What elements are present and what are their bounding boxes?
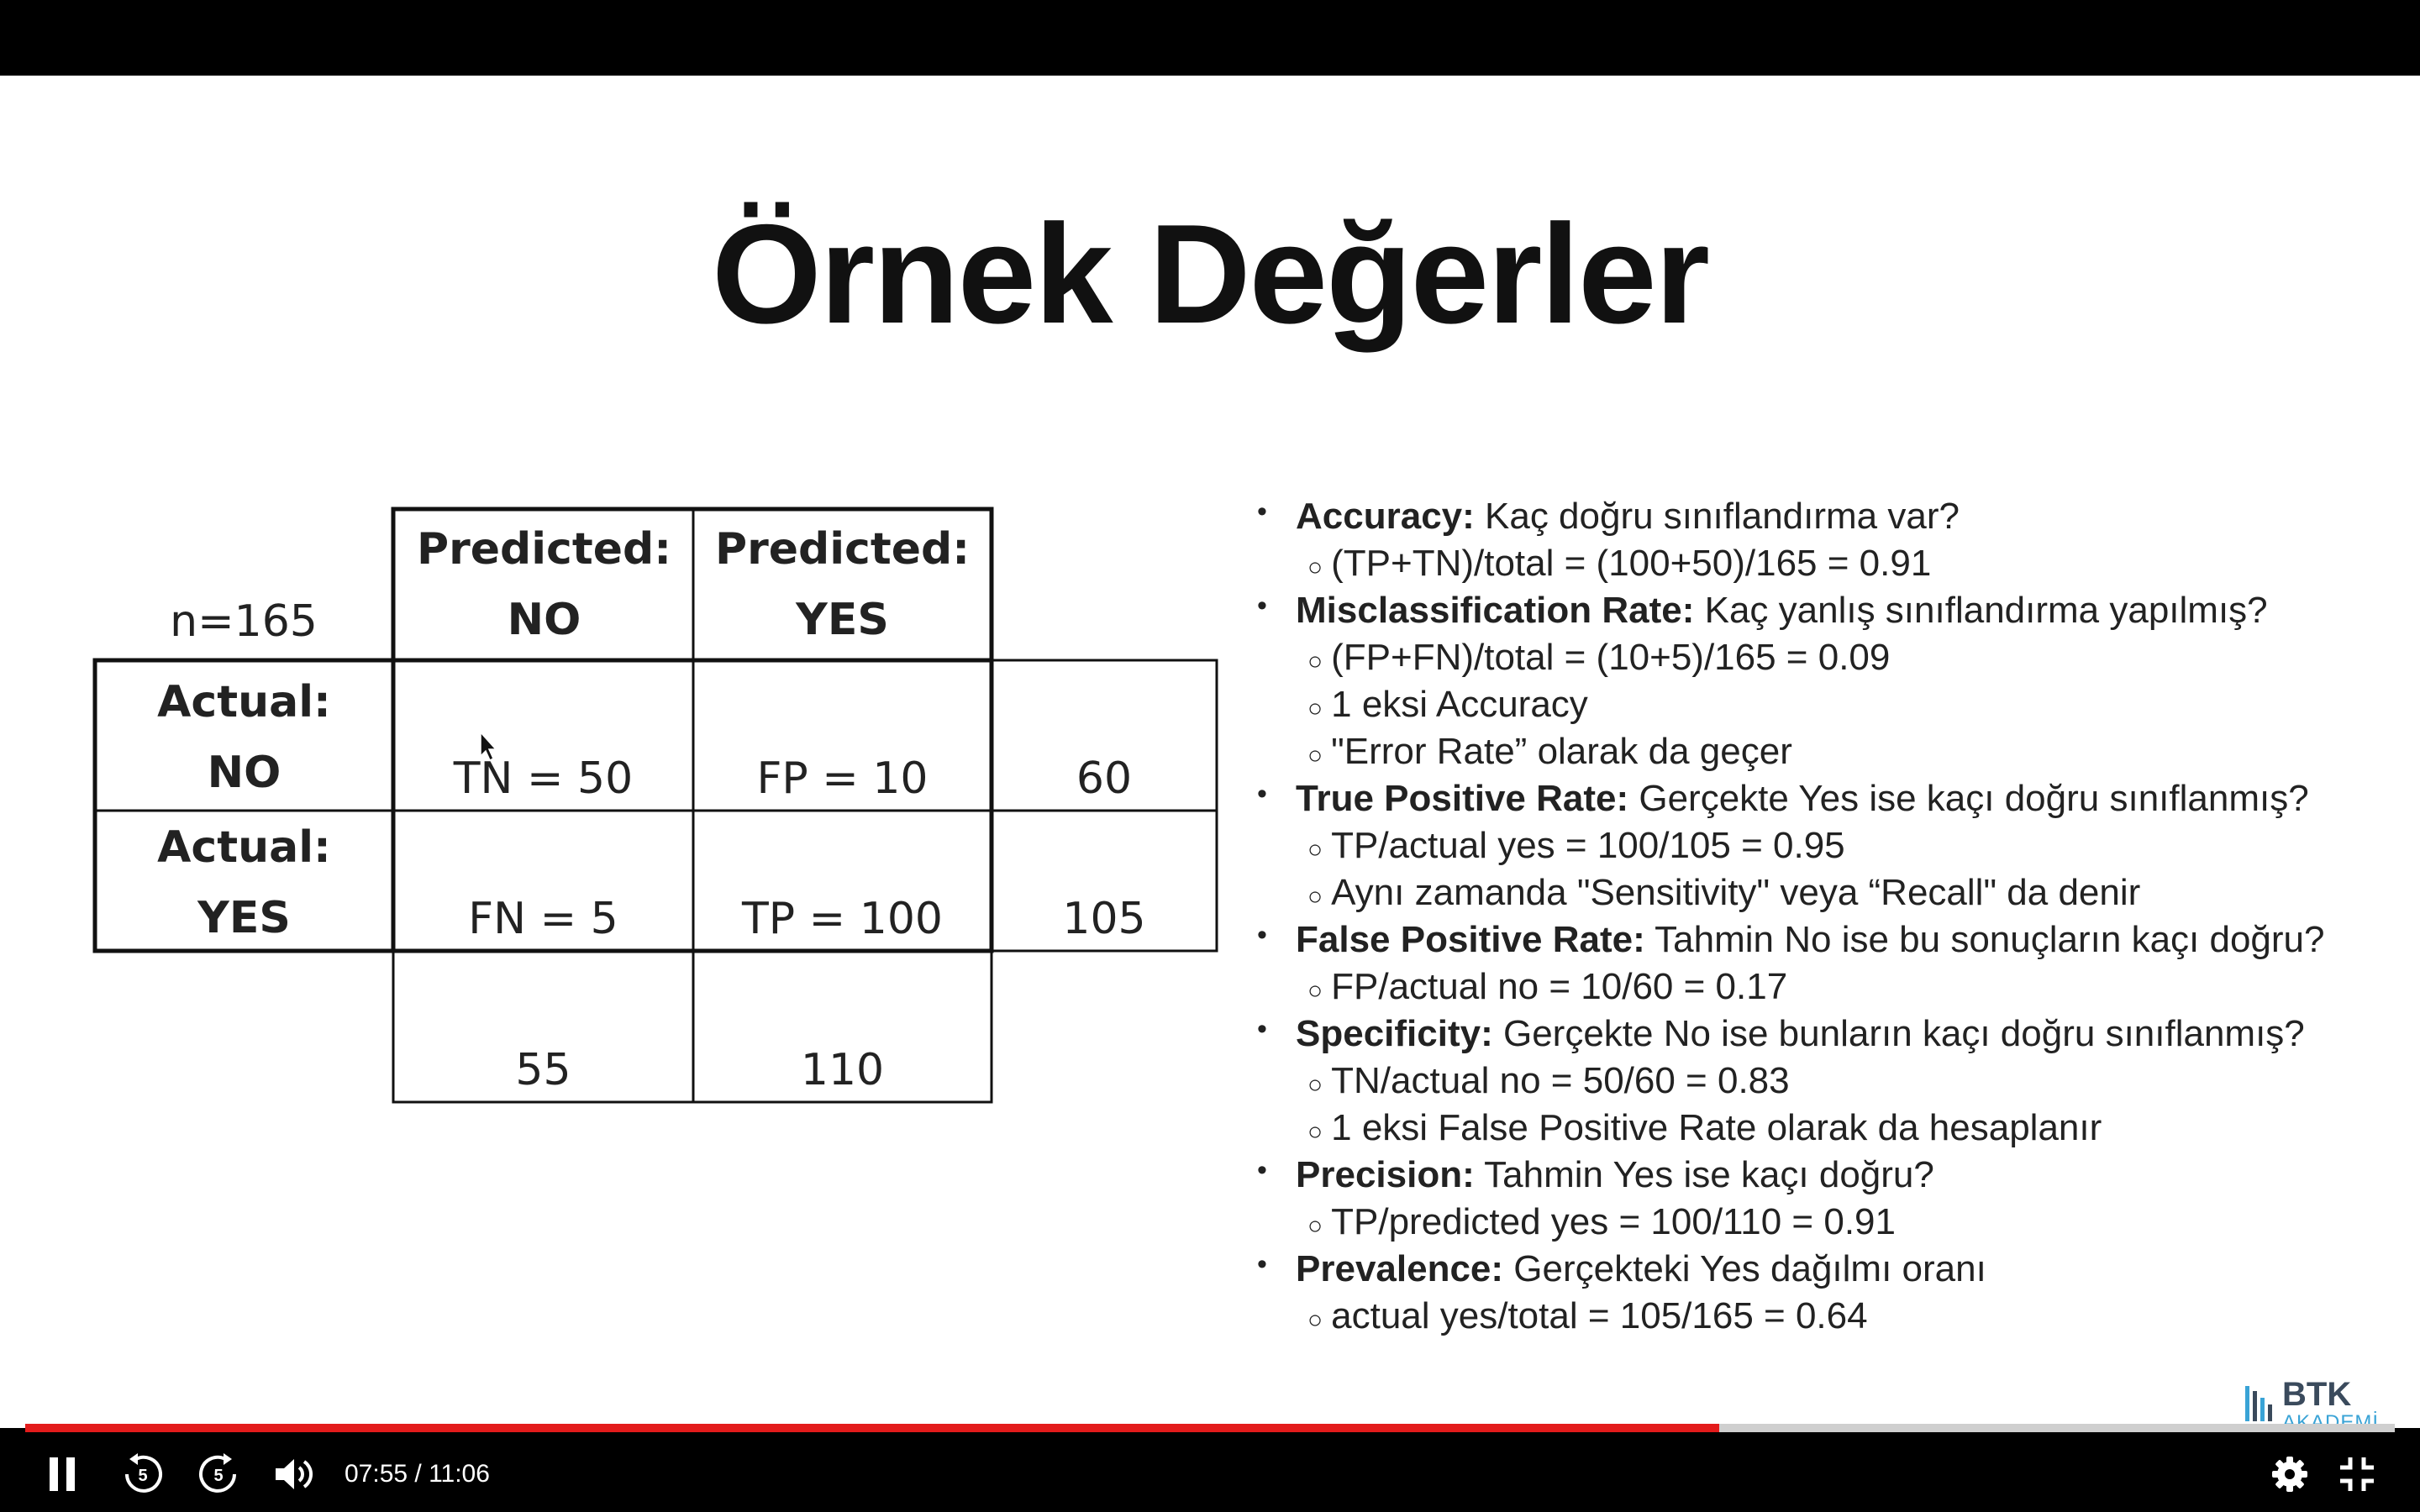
forward-seconds: 5 [213,1467,223,1485]
rewind-5-button[interactable]: 5 [113,1436,172,1512]
logo-bars-icon [2245,1386,2272,1421]
sub-bullet-text: TN/actual no = 50/60 = 0.83 [1331,1060,1790,1101]
column-total-no: 55 [515,1045,571,1095]
volume-icon [276,1459,313,1489]
bullet-prevalence: Prevalence: Gerçekteki Yes dağılmı oranı [1257,1248,1986,1290]
header-actual-yes: Actual: YES [95,809,393,956]
header-line: YES [796,595,889,645]
video-frame[interactable]: Örnek Değerler n=165 Predicted: NO Predi… [0,76,2420,1428]
time-display: 07:55 / 11:06 [345,1460,490,1488]
row-total-no: 60 [1076,753,1133,804]
header-line: Actual: [157,677,331,727]
sub-bullet: FP/actual no = 10/60 = 0.17 [1307,966,1787,1008]
sub-bullet: (TP+TN)/total = (100+50)/165 = 0.91 [1307,543,1931,585]
bullet-text: Kaç doğru sınıflandırma var? [1474,496,1960,537]
sub-bullet: (FP+FN)/total = (10+5)/165 = 0.09 [1307,637,1890,679]
sub-bullet: 1 eksi Accuracy [1307,684,1588,726]
bullet-precision: Precision: Tahmin Yes ise kaçı doğru? [1257,1154,1934,1196]
forward-5-button[interactable]: 5 [189,1436,248,1512]
sub-bullet-text: TP/actual yes = 100/105 = 0.95 [1331,825,1845,866]
header-line: YES [197,893,291,943]
sub-bullet: 1 eksi False Positive Rate olarak da hes… [1307,1107,2102,1149]
sub-bullet-text: (TP+TN)/total = (100+50)/165 = 0.91 [1331,543,1932,584]
bullet-term: Precision: [1296,1154,1475,1195]
bullet-term: Prevalence: [1296,1248,1504,1289]
sub-bullet: Aynı zamanda "Sensitivity" veya “Recall"… [1307,872,2140,914]
bullet-text: Gerçekte No ise bunların kaçı doğru sını… [1492,1013,2305,1054]
header-line: Predicted: [714,524,971,575]
exit-fullscreen-icon [2340,1457,2374,1491]
settings-icon [2272,1457,2307,1492]
sub-bullet-text: actual yes/total = 105/165 = 0.64 [1331,1295,1868,1336]
bullet-text: Tahmin No ise bu sonuçların kaçı doğru? [1644,919,2325,960]
bullet-text: Tahmin Yes ise kaçı doğru? [1474,1154,1934,1195]
sub-bullet-text: TP/predicted yes = 100/110 = 0.91 [1331,1201,1896,1242]
sub-bullet-text: (FP+FN)/total = (10+5)/165 = 0.09 [1331,637,1891,678]
video-progress-bar[interactable] [25,1424,2395,1432]
bullet-term: Accuracy: [1296,496,1475,537]
progress-played [25,1424,1720,1432]
bullet-text: Gerçekte Yes ise kaçı doğru sınıflanmış? [1628,778,2309,819]
bullet-text: Gerçekteki Yes dağılmı oranı [1503,1248,1986,1289]
bullet-term: Specificity: [1296,1013,1493,1054]
header-actual-no: Actual: NO [95,664,393,811]
player-control-bar: 5 5 07:55 / 11:06 [0,1436,2420,1512]
btk-akademi-logo: BTK AKADEMİ [2244,1376,2386,1434]
sub-bullet-text: Aynı zamanda "Sensitivity" veya “Recall"… [1331,872,2141,913]
cell-false-negative: FN = 5 [468,894,618,944]
sub-bullet: "Error Rate” olarak da geçer [1307,731,1792,773]
cell-true-positive: TP = 100 [741,894,943,944]
exit-fullscreen-button[interactable] [2328,1436,2386,1512]
bullet-misclassification-rate: Misclassification Rate: Kaç yanlış sınıf… [1257,590,2268,632]
bullet-false-positive-rate: False Positive Rate: Tahmin No ise bu so… [1257,919,2325,961]
sub-bullet: TP/predicted yes = 100/110 = 0.91 [1307,1201,1896,1243]
sub-bullet-text: 1 eksi False Positive Rate olarak da hes… [1331,1107,2102,1148]
logo-text: BTK [2282,1376,2352,1413]
settings-button[interactable] [2260,1436,2319,1512]
bullet-true-positive-rate: True Positive Rate: Gerçekte Yes ise kaç… [1257,778,2309,820]
volume-button[interactable] [265,1436,324,1512]
sub-bullet: TP/actual yes = 100/105 = 0.95 [1307,825,1845,867]
pause-button[interactable] [34,1436,92,1512]
rewind-seconds: 5 [138,1467,147,1485]
row-total-yes: 105 [1062,894,1146,944]
header-predicted-yes: Predicted: YES [693,511,992,660]
sub-bullet: TN/actual no = 50/60 = 0.83 [1307,1060,1790,1102]
forward-5-icon: 5 [199,1453,236,1493]
bullet-text: Kaç yanlış sınıflandırma yapılmış? [1694,590,2268,631]
cell-true-negative: TN = 50 [453,753,634,804]
bullet-term: False Positive Rate: [1296,919,1645,960]
header-line: Actual: [157,822,331,873]
rewind-5-icon: 5 [125,1453,162,1493]
sub-bullet-text: "Error Rate” olarak da geçer [1331,731,1792,772]
bullet-specificity: Specificity: Gerçekte No ise bunların ka… [1257,1013,2305,1055]
bullet-accuracy: Accuracy: Kaç doğru sınıflandırma var? [1257,496,1960,538]
bullet-term: True Positive Rate: [1296,778,1629,819]
bullet-term: Misclassification Rate: [1296,590,1695,631]
column-total-yes: 110 [800,1045,885,1095]
cell-false-positive: FP = 10 [756,753,929,804]
pause-icon [50,1457,75,1491]
sub-bullet-text: 1 eksi Accuracy [1331,684,1588,725]
sub-bullet-text: FP/actual no = 10/60 = 0.17 [1331,966,1788,1007]
header-line: Predicted: [416,524,672,575]
sub-bullet: actual yes/total = 105/165 = 0.64 [1307,1295,1868,1337]
header-line: NO [507,595,581,645]
header-predicted-no: Predicted: NO [395,511,693,660]
header-line: NO [207,748,281,798]
